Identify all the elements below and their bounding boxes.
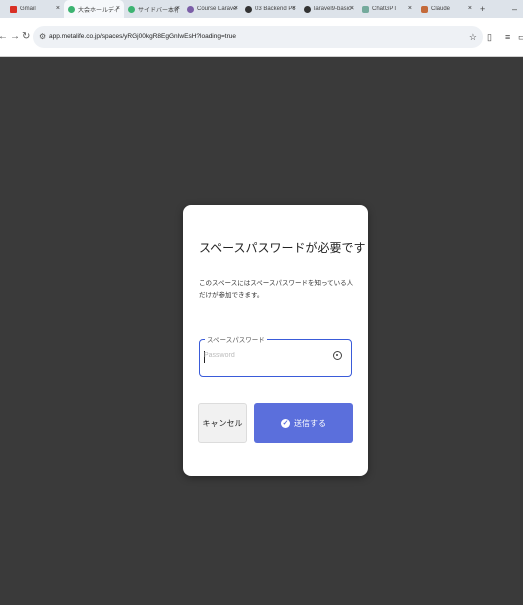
tab-backend-port[interactable]: 03 Backend Port × [242,0,300,18]
tab-course-laravel[interactable]: Course Laravel × [184,0,242,18]
tab-label: ChatGPT [372,6,398,12]
tab-label: Course Laravel [197,6,237,12]
close-icon[interactable]: × [350,0,354,18]
close-icon[interactable]: × [468,0,472,18]
reading-list-icon[interactable]: ≡ [505,18,510,56]
browser-toolbar: ← → ↻ ⚙ app.metalife.co.jp/spaces/yRGj00… [0,18,523,57]
github-icon [245,5,252,13]
minimize-button[interactable]: – [512,0,517,18]
github-icon [304,5,311,13]
metalife-icon [68,5,75,13]
url-text: app.metalife.co.jp/spaces/yRGj00kgR8EgGn… [49,33,236,40]
tab-label: 03 Backend Port [255,6,295,12]
submit-button[interactable]: ✓ 送信する [254,403,353,443]
site-info-icon[interactable]: ⚙ [39,26,46,48]
chatgpt-icon [362,5,369,13]
tab-gmail[interactable]: Gmail × [2,0,64,18]
submit-button-label: 送信する [294,418,326,428]
check-circle-icon: ✓ [281,418,290,428]
password-field-label: スペースパスワード [205,334,267,344]
tab-label: Claude [431,6,451,12]
back-icon[interactable]: ← [0,18,8,56]
password-dialog: スペースパスワードが必要です このスペースにはスペースパスワードを知っている人だ… [183,205,368,476]
tab-laravel9-basic[interactable]: laravel9-basic-… × [300,0,358,18]
tab-metalife-active[interactable]: 大会ホールディング × [64,0,124,18]
claude-icon [421,5,428,13]
tab-strip: Gmail × 大会ホールディング × サイドバー本報告 × Course La… [0,0,523,18]
cancel-button[interactable]: キャンセル [198,403,247,443]
tab-label: サイドバー本報告 [138,7,178,14]
close-icon[interactable]: × [176,0,180,18]
reload-icon[interactable]: ↻ [22,18,30,56]
dialog-description: このスペースにはスペースパスワードを知っている人だけが参加できます。 [199,280,354,299]
bookmark-star-icon[interactable]: ☆ [469,26,477,48]
tab-claude[interactable]: Claude × [416,0,476,18]
address-bar[interactable]: ⚙ app.metalife.co.jp/spaces/yRGj00kgR8Eg… [33,26,483,48]
password-field[interactable]: スペースパスワード [199,334,352,377]
password-input[interactable] [204,352,324,359]
tab-chatgpt[interactable]: ChatGPT × [358,0,416,18]
gmail-icon [10,5,17,13]
new-tab-button[interactable]: + [480,0,485,18]
dialog-title: スペースパスワードが必要です [199,241,366,255]
show-password-icon[interactable] [333,351,342,360]
course-icon [187,5,194,13]
tab-label: Gmail [20,6,36,12]
close-icon[interactable]: × [116,0,120,18]
extensions-icon[interactable]: ▯ [487,18,492,56]
tab-label: laravel9-basic-… [314,6,354,12]
tab-metalife-report[interactable]: サイドバー本報告 × [124,0,184,18]
metalife-icon [128,5,135,13]
sidepanel-icon[interactable]: ▭ [518,18,523,56]
close-icon[interactable]: × [56,0,60,18]
close-icon[interactable]: × [292,0,296,18]
tab-label: 大会ホールディング [78,7,118,14]
forward-icon[interactable]: → [10,18,20,56]
close-icon[interactable]: × [234,0,238,18]
close-icon[interactable]: × [408,0,412,18]
